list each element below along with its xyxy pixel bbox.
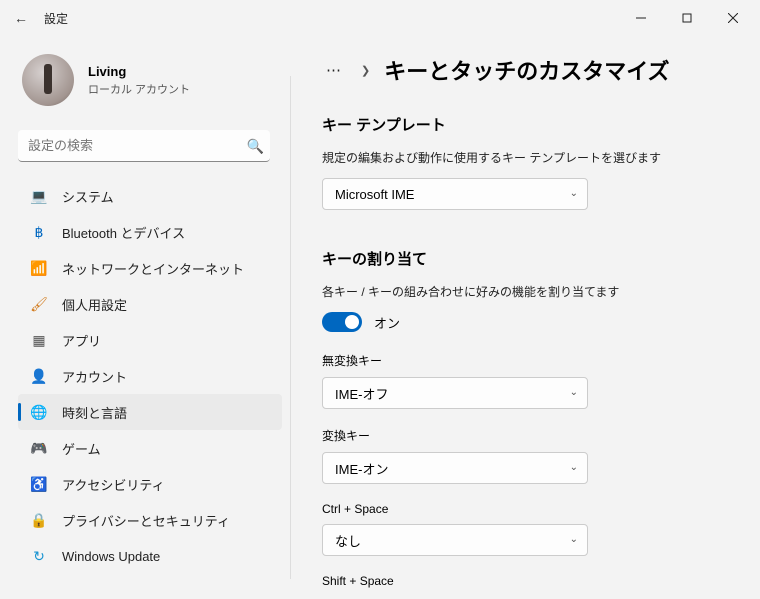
content-area: ⋯ ❯ キーとタッチのカスタマイズ キー テンプレート 規定の編集および動作に使… [290,36,760,599]
sidebar-item-label: ゲーム [62,439,101,458]
search-box: 🔍 [18,130,282,162]
sidebar-item-privacy[interactable]: 🔒 プライバシーとセキュリティ [18,502,282,538]
sidebar-item-label: Windows Update [62,549,160,564]
henkan-select-value: IME-オン [322,452,588,484]
sidebar-item-label: 個人用設定 [62,295,127,314]
accessibility-icon: ♿ [30,475,48,493]
avatar [22,54,74,106]
sidebar-item-label: 時刻と言語 [62,403,127,422]
maximize-button[interactable] [664,0,710,36]
user-name: Living [88,64,190,79]
wifi-icon: 📶 [30,259,48,277]
field-label-shift-space: Shift + Space [322,574,730,588]
breadcrumb: ⋯ ❯ キーとタッチのカスタマイズ [322,54,730,86]
shield-icon: 🔒 [30,511,48,529]
user-profile[interactable]: Living ローカル アカウント [18,54,282,106]
sidebar-item-time-language[interactable]: 🌐 時刻と言語 [18,394,282,430]
assign-desc: 各キー / キーの組み合わせに好みの機能を割り当てます [322,283,730,300]
template-select-value: Microsoft IME [322,178,588,210]
ctrl-space-select-value: なし [322,524,588,556]
window-controls [618,0,756,36]
breadcrumb-ellipsis[interactable]: ⋯ [322,61,347,79]
gamepad-icon: 🎮 [30,439,48,457]
sidebar-item-personalization[interactable]: 🖌 個人用設定 [18,286,282,322]
henkan-select[interactable]: IME-オン ⌄ [322,452,588,484]
template-heading: キー テンプレート [322,114,730,135]
search-input[interactable] [18,130,270,162]
sidebar-item-apps[interactable]: ▦ アプリ [18,322,282,358]
sidebar-item-label: システム [62,187,114,206]
field-label-henkan: 変換キー [322,427,730,444]
sidebar: Living ローカル アカウント 🔍 💻 システム ฿ Bluetooth と… [0,36,290,599]
user-subtitle: ローカル アカウント [88,81,190,97]
muhenkan-select[interactable]: IME-オフ ⌄ [322,377,588,409]
sidebar-item-bluetooth[interactable]: ฿ Bluetooth とデバイス [18,214,282,250]
back-button[interactable]: ← [12,10,30,26]
system-icon: 💻 [30,187,48,205]
chevron-right-icon: ❯ [361,64,370,77]
sidebar-item-label: ネットワークとインターネット [62,259,244,278]
assign-toggle[interactable] [322,312,362,332]
bluetooth-icon: ฿ [30,223,48,241]
globe-icon: 🌐 [30,403,48,421]
assign-toggle-label: オン [374,313,400,332]
field-label-muhenkan: 無変換キー [322,352,730,369]
template-desc: 規定の編集および動作に使用するキー テンプレートを選びます [322,149,730,166]
template-select[interactable]: Microsoft IME ⌄ [322,178,588,210]
person-icon: 👤 [30,367,48,385]
minimize-button[interactable] [618,0,664,36]
page-title: キーとタッチのカスタマイズ [384,54,669,86]
sidebar-item-network[interactable]: 📶 ネットワークとインターネット [18,250,282,286]
search-icon: 🔍 [247,138,264,155]
sidebar-item-update[interactable]: ↻ Windows Update [18,538,282,574]
close-button[interactable] [710,0,756,36]
sidebar-item-label: アカウント [62,367,127,386]
sidebar-item-label: アプリ [62,331,101,350]
sidebar-item-label: Bluetooth とデバイス [62,223,185,242]
apps-icon: ▦ [30,331,48,349]
update-icon: ↻ [30,547,48,565]
brush-icon: 🖌 [30,295,48,313]
sidebar-item-label: アクセシビリティ [62,475,165,494]
sidebar-item-system[interactable]: 💻 システム [18,178,282,214]
sidebar-item-accounts[interactable]: 👤 アカウント [18,358,282,394]
field-label-ctrl-space: Ctrl + Space [322,502,730,516]
titlebar: ← 設定 [0,0,760,36]
assign-heading: キーの割り当て [322,248,730,269]
ctrl-space-select[interactable]: なし ⌄ [322,524,588,556]
sidebar-item-gaming[interactable]: 🎮 ゲーム [18,430,282,466]
muhenkan-select-value: IME-オフ [322,377,588,409]
app-title: 設定 [44,10,68,27]
sidebar-item-label: プライバシーとセキュリティ [62,511,230,530]
sidebar-item-accessibility[interactable]: ♿ アクセシビリティ [18,466,282,502]
